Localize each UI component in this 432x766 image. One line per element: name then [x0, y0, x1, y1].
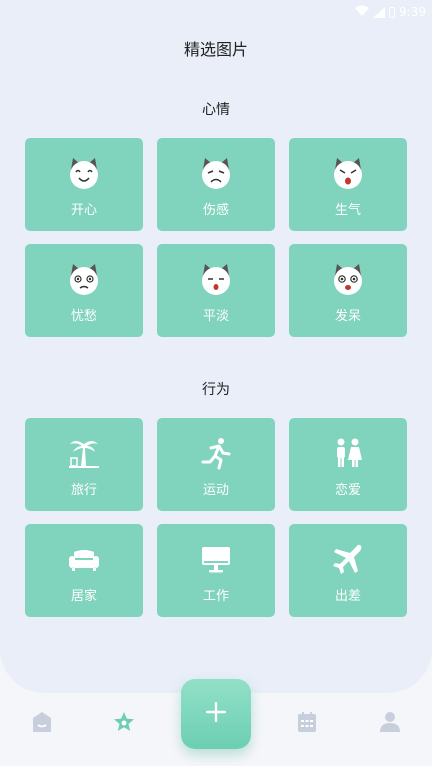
status-time: 9:39: [399, 5, 426, 19]
cat-sad-face-icon: [199, 156, 233, 190]
cat-happy-face-icon: [67, 156, 101, 190]
activity-card-home[interactable]: 居家: [25, 524, 143, 617]
activity-card-travel[interactable]: 旅行: [25, 418, 143, 511]
cat-calm-face-icon: [199, 262, 233, 296]
add-icon: [204, 700, 228, 728]
activity-card-love[interactable]: 恋爱: [289, 418, 407, 511]
mood-card-sad[interactable]: 伤感: [157, 138, 275, 231]
mood-label: 平淡: [202, 309, 229, 324]
cell-signal-icon: [373, 6, 386, 18]
add-button[interactable]: [181, 679, 251, 749]
activity-grid: 旅行 运动 恋爱 居家 工作 出差: [25, 418, 408, 617]
home-icon[interactable]: [30, 710, 54, 734]
battery-icon: [389, 6, 396, 18]
activity-label: 运动: [202, 483, 229, 498]
couple-icon: [331, 436, 365, 470]
mood-card-worried[interactable]: 忧愁: [25, 244, 143, 337]
mood-card-calm[interactable]: 平淡: [157, 244, 275, 337]
wifi-icon: [355, 5, 370, 19]
mood-label: 伤感: [202, 203, 229, 218]
palm-tree-icon: [67, 436, 101, 470]
mood-card-dazed[interactable]: 发呆: [289, 244, 407, 337]
calendar-icon[interactable]: [295, 710, 319, 734]
section-title-mood: 心情: [202, 102, 230, 118]
cat-worried-face-icon: [67, 262, 101, 296]
monitor-icon: [199, 542, 233, 576]
activity-label: 居家: [70, 589, 97, 604]
mood-label: 生气: [334, 203, 361, 218]
section-title-activity: 行为: [202, 382, 230, 398]
activity-label: 旅行: [70, 483, 97, 498]
sofa-icon: [67, 542, 101, 576]
airplane-icon: [331, 542, 365, 576]
activity-label: 恋爱: [334, 483, 361, 498]
activity-card-work[interactable]: 工作: [157, 524, 275, 617]
mood-card-happy[interactable]: 开心: [25, 138, 143, 231]
mood-card-angry[interactable]: 生气: [289, 138, 407, 231]
activity-label: 出差: [334, 589, 361, 604]
running-person-icon: [199, 436, 233, 470]
page-title: 精选图片: [183, 40, 248, 59]
activity-card-sports[interactable]: 运动: [157, 418, 275, 511]
mood-grid: 开心 伤感 生气 忧愁 平淡 发呆: [25, 138, 408, 337]
cat-angry-face-icon: [331, 156, 365, 190]
user-icon[interactable]: [378, 710, 402, 734]
status-bar: 9:39: [355, 0, 426, 24]
mood-label: 发呆: [334, 309, 361, 324]
mood-label: 忧愁: [70, 309, 97, 324]
cat-dazed-face-icon: [331, 262, 365, 296]
activity-card-business-trip[interactable]: 出差: [289, 524, 407, 617]
activity-label: 工作: [202, 589, 229, 604]
mood-label: 开心: [70, 203, 97, 218]
star-icon[interactable]: [112, 710, 136, 734]
